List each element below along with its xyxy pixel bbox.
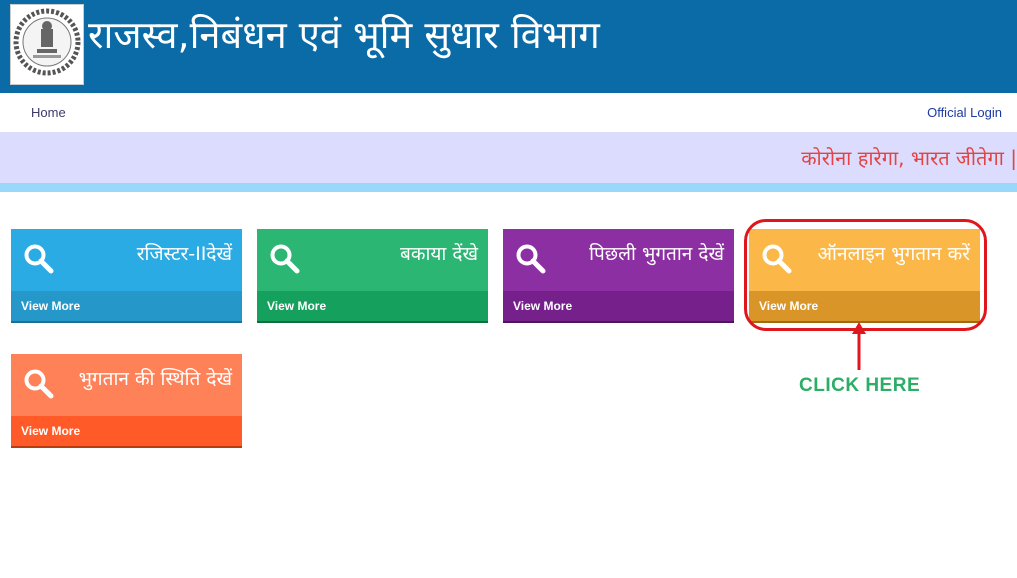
site-header: राजस्व,निबंधन एवं भूमि सुधार विभाग [0,0,1017,93]
tile-register-2[interactable]: रजिस्टर-IIदेखें View More [11,229,242,323]
tile-header: भुगतान की स्थिति देखें [11,354,242,416]
view-more-bar[interactable]: View More [257,291,488,321]
top-navbar: Home Official Login [0,93,1017,132]
official-login-link[interactable]: Official Login [927,105,1002,120]
government-emblem-logo [10,4,84,85]
view-more-bar[interactable]: View More [11,291,242,321]
highlight-ring [744,219,987,331]
site-title: राजस्व,निबंधन एवं भूमि सुधार विभाग [88,13,600,57]
tile-header: बकाया देंखे [257,229,488,291]
search-icon [515,243,547,280]
tile-underline [11,321,242,323]
marquee-divider [0,183,1017,192]
tile-underline [257,321,488,323]
tile-title: पिछली भुगतान देखें [589,243,724,265]
tile-header: रजिस्टर-IIदेखें [11,229,242,291]
tile-underline [11,446,242,448]
tile-underline [503,321,734,323]
search-icon [269,243,301,280]
tile-header: पिछली भुगतान देखें [503,229,734,291]
view-more-bar[interactable]: View More [11,416,242,446]
tile-payment-status[interactable]: भुगतान की स्थिति देखें View More [11,354,242,448]
tile-title: बकाया देंखे [400,243,478,265]
announcement-marquee: कोरोना हारेगा, भारत जीतेगा | [0,132,1017,183]
tile-title: भुगतान की स्थिति देखें [78,368,232,390]
view-more-bar[interactable]: View More [503,291,734,321]
tile-title: रजिस्टर-IIदेखें [136,243,232,265]
marquee-text: कोरोना हारेगा, भारत जीतेगा | [801,146,1017,170]
tile-previous-payment[interactable]: पिछली भुगतान देखें View More [503,229,734,323]
nav-home-link[interactable]: Home [31,105,66,120]
search-icon [23,368,55,405]
view-more-link[interactable]: View More [21,424,80,438]
search-icon [23,243,55,280]
view-more-link[interactable]: View More [21,299,80,313]
view-more-link[interactable]: View More [267,299,326,313]
tile-dues[interactable]: बकाया देंखे View More [257,229,488,323]
view-more-link[interactable]: View More [513,299,572,313]
arrow-up-icon [849,322,869,377]
click-here-label: CLICK HERE [799,375,921,396]
